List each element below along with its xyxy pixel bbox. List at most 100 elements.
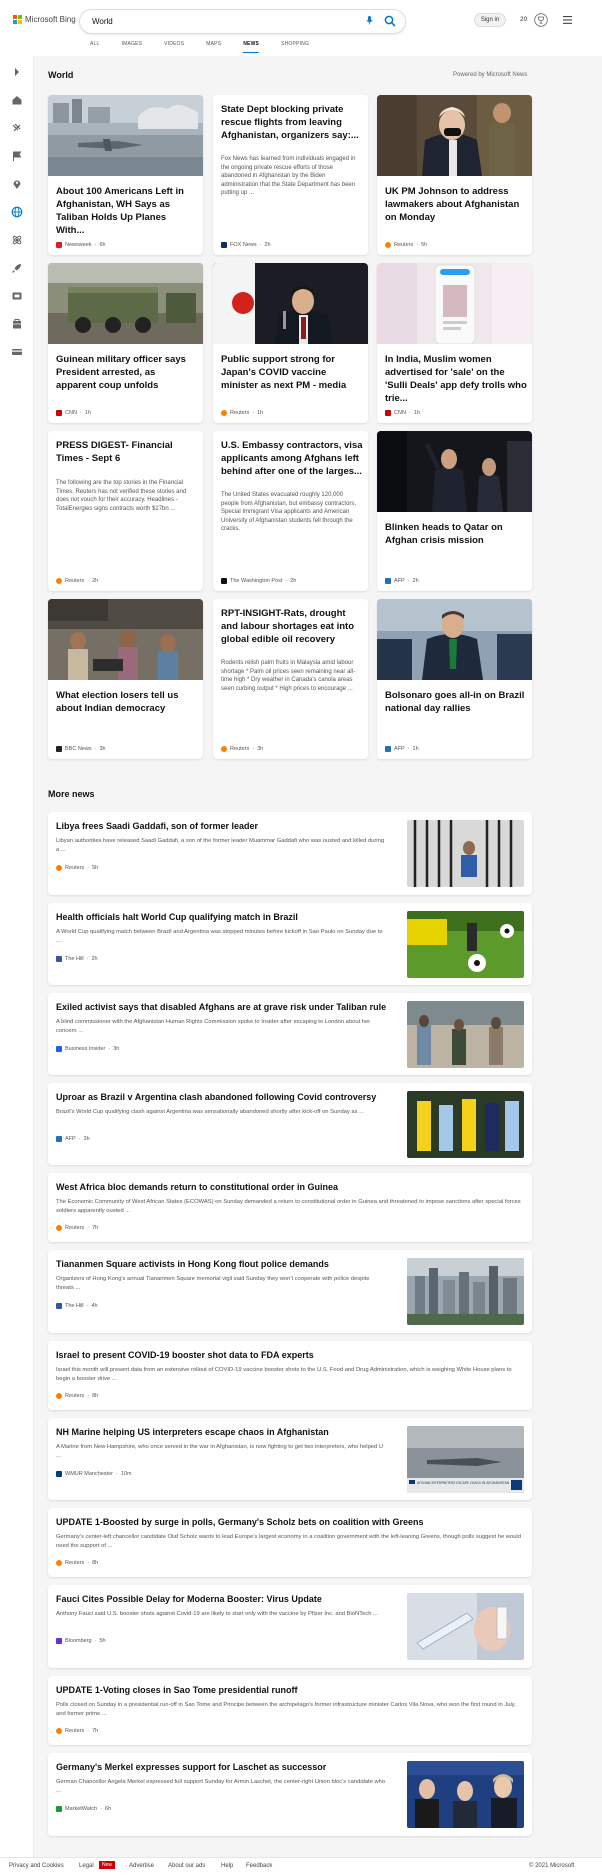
search-box[interactable] <box>80 10 405 33</box>
money-icon[interactable] <box>11 346 23 358</box>
news-card[interactable]: UK PM Johnson to address lawmakers about… <box>377 95 532 255</box>
news-card[interactable]: Bolsonaro goes all-in on Brazil national… <box>377 599 532 759</box>
news-title[interactable]: Uproar as Brazil v Argentina clash aband… <box>56 1092 376 1102</box>
card-title[interactable]: RPT-INSIGHT-Rats, drought and labour sho… <box>221 607 363 646</box>
card-title[interactable]: Guinean military officer says President … <box>56 353 196 392</box>
news-list-item[interactable]: Health officials halt World Cup qualifyi… <box>48 903 532 985</box>
news-source: Business Insider · 3h <box>56 1046 119 1052</box>
bing-logo[interactable]: Microsoft Bing <box>13 15 76 24</box>
card-title[interactable]: In India, Muslim women advertised for 's… <box>385 353 527 405</box>
news-list-item[interactable]: Uproar as Brazil v Argentina clash aband… <box>48 1083 532 1165</box>
news-title[interactable]: West Africa bloc demands return to const… <box>56 1182 338 1192</box>
footer-link-legal[interactable]: Legal <box>79 1863 94 1869</box>
news-list-item[interactable]: Israel to present COVID-19 booster shot … <box>48 1341 532 1410</box>
card-source: Reuters · 5h <box>385 242 427 248</box>
footer-link-privacy[interactable]: Privacy and Cookies <box>9 1863 64 1869</box>
card-title[interactable]: About 100 Americans Left in Afghanistan,… <box>56 185 196 237</box>
news-card[interactable]: Public support strong for Japan's COVID … <box>213 263 368 423</box>
footer-link-feedback[interactable]: Feedback <box>246 1863 272 1869</box>
search-input[interactable] <box>92 15 332 28</box>
reuters-logo-icon <box>56 1393 62 1399</box>
news-title[interactable]: Fauci Cites Possible Delay for Moderna B… <box>56 1594 322 1604</box>
card-image <box>377 263 532 344</box>
tab-videos[interactable]: VIDEOS <box>164 41 184 53</box>
entertainment-icon[interactable] <box>11 290 23 302</box>
business-icon[interactable] <box>11 318 23 330</box>
rewards-count[interactable]: 20 <box>520 16 527 23</box>
card-snippet: The United States evacuated roughly 120,… <box>221 492 357 533</box>
tab-news[interactable]: NEWS <box>243 41 260 53</box>
pin-icon[interactable] <box>11 178 23 190</box>
card-title[interactable]: State Dept blocking private rescue fligh… <box>221 103 361 142</box>
news-title[interactable]: Germany's Merkel expresses support for L… <box>56 1762 326 1772</box>
footer-link-help[interactable]: Help <box>221 1863 233 1869</box>
news-snippet: A blind commissioner with the Afghanista… <box>56 1019 371 1034</box>
news-list-item[interactable]: Germany's Merkel expresses support for L… <box>48 1753 532 1836</box>
card-title[interactable]: What election losers tell us about India… <box>56 689 196 715</box>
globe-icon[interactable] <box>11 206 23 218</box>
card-image <box>48 599 203 680</box>
brand-name: Microsoft Bing <box>25 15 76 24</box>
tab-shopping[interactable]: SHOPPING <box>281 41 309 53</box>
news-title[interactable]: UPDATE 1-Voting closes in Sao Tome presi… <box>56 1685 298 1695</box>
us-icon[interactable] <box>11 122 23 134</box>
tab-all[interactable]: ALL <box>90 41 100 53</box>
card-image <box>377 431 532 512</box>
card-title[interactable]: Public support strong for Japan's COVID … <box>221 353 363 392</box>
news-snippet: A Marine from New Hampshire, who once se… <box>56 1444 384 1459</box>
news-list-item[interactable]: Exiled activist says that disabled Afgha… <box>48 993 532 1075</box>
card-title[interactable]: UK PM Johnson to address lawmakers about… <box>385 185 525 224</box>
news-card[interactable]: Guinean military officer says President … <box>48 263 203 423</box>
footer-link-about-ads[interactable]: About our ads <box>168 1863 205 1869</box>
news-card[interactable]: U.S. Embassy contractors, visa applicant… <box>213 431 368 591</box>
news-title[interactable]: Israel to present COVID-19 booster shot … <box>56 1350 314 1360</box>
news-title[interactable]: Health officials halt World Cup qualifyi… <box>56 912 298 922</box>
news-card[interactable]: What election losers tell us about India… <box>48 599 203 759</box>
card-title[interactable]: PRESS DIGEST- Financial Times - Sept 6 <box>56 439 196 465</box>
news-thumbnail <box>407 1761 524 1828</box>
news-title[interactable]: Tiananmen Square activists in Hong Kong … <box>56 1259 329 1269</box>
rewards-trophy-icon[interactable] <box>534 13 548 27</box>
news-card[interactable]: In India, Muslim women advertised for 's… <box>377 263 532 423</box>
card-title[interactable]: U.S. Embassy contractors, visa applicant… <box>221 439 363 478</box>
hamburger-menu-icon[interactable] <box>563 16 572 24</box>
news-list-item[interactable]: NH Marine helping US interpreters escape… <box>48 1418 532 1500</box>
search-icon[interactable] <box>384 15 396 27</box>
news-list-item[interactable]: Libya frees Saadi Gaddafi, son of former… <box>48 812 532 895</box>
microphone-icon[interactable] <box>366 16 373 25</box>
news-thumbnail <box>407 1258 524 1325</box>
card-source: AFP · 2h <box>385 578 419 584</box>
powered-by[interactable]: Powered by Microsoft News <box>453 72 527 78</box>
rocket-icon[interactable] <box>11 262 23 274</box>
tab-maps[interactable]: MAPS <box>206 41 221 53</box>
news-card[interactable]: State Dept blocking private rescue fligh… <box>213 95 368 255</box>
news-snippet: Germany's center-left chancellor candida… <box>56 1534 521 1549</box>
news-card[interactable]: RPT-INSIGHT-Rats, drought and labour sho… <box>213 599 368 759</box>
flag-icon[interactable] <box>11 150 23 162</box>
news-list-item[interactable]: Tiananmen Square activists in Hong Kong … <box>48 1250 532 1333</box>
news-title[interactable]: UPDATE 1-Boosted by surge in polls, Germ… <box>56 1517 424 1527</box>
sign-in-button[interactable]: Sign in <box>474 13 506 27</box>
news-list-item[interactable]: West Africa bloc demands return to const… <box>48 1173 532 1242</box>
card-source: The Washington Post · 2h <box>221 578 296 584</box>
news-list-item[interactable]: UPDATE 1-Voting closes in Sao Tome presi… <box>48 1676 532 1745</box>
afp-logo-icon <box>385 578 391 584</box>
tab-images[interactable]: IMAGES <box>122 41 143 53</box>
news-card[interactable]: About 100 Americans Left in Afghanistan,… <box>48 95 203 255</box>
news-title[interactable]: Libya frees Saadi Gaddafi, son of former… <box>56 821 258 831</box>
news-source: AFP · 3h <box>56 1136 90 1142</box>
science-icon[interactable] <box>11 234 23 246</box>
news-snippet: Polls closed on Sunday in a presidential… <box>56 1702 516 1717</box>
news-list-item[interactable]: Fauci Cites Possible Delay for Moderna B… <box>48 1585 532 1668</box>
news-title[interactable]: NH Marine helping US interpreters escape… <box>56 1427 329 1437</box>
chevron-right-icon[interactable] <box>11 66 23 78</box>
news-title[interactable]: Exiled activist says that disabled Afgha… <box>56 1002 386 1012</box>
card-source: Reuters · 3h <box>221 746 263 752</box>
news-card[interactable]: Blinken heads to Qatar on Afghan crisis … <box>377 431 532 591</box>
card-title[interactable]: Bolsonaro goes all-in on Brazil national… <box>385 689 525 715</box>
card-title[interactable]: Blinken heads to Qatar on Afghan crisis … <box>385 521 525 547</box>
news-card[interactable]: PRESS DIGEST- Financial Times - Sept 6 T… <box>48 431 203 591</box>
home-icon[interactable] <box>11 94 23 106</box>
footer-link-advertise[interactable]: Advertise <box>129 1863 154 1869</box>
news-list-item[interactable]: UPDATE 1-Boosted by surge in polls, Germ… <box>48 1508 532 1577</box>
